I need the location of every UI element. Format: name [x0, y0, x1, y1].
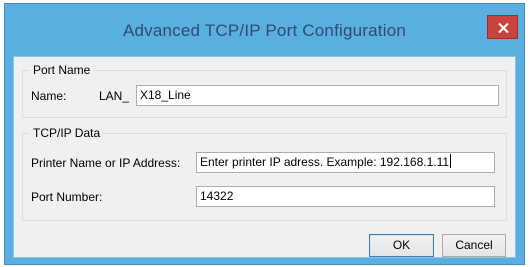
tcpip-data-legend: TCP/IP Data	[30, 126, 104, 141]
printer-address-input[interactable]: Enter printer IP adress. Example: 192.16…	[196, 152, 495, 173]
title-bar[interactable]: Advanced TCP/IP Port Configuration	[5, 4, 524, 56]
address-label: Printer Name or IP Address:	[31, 156, 181, 170]
close-icon	[498, 23, 509, 33]
port-number-input[interactable]: 14322	[196, 186, 495, 207]
port-name-input[interactable]: X18_Line	[136, 85, 499, 106]
port-name-legend: Port Name	[30, 63, 94, 78]
close-button[interactable]	[487, 15, 518, 39]
name-label: Name:	[31, 89, 67, 103]
port-number-label: Port Number:	[31, 190, 103, 204]
dialog-window: Advanced TCP/IP Port Configuration Port …	[4, 3, 525, 265]
ok-button[interactable]: OK	[369, 234, 434, 257]
port-name-group: Port Name Name: LAN_ X18_Line	[22, 63, 507, 118]
window-title: Advanced TCP/IP Port Configuration	[122, 21, 407, 40]
cancel-button[interactable]: Cancel	[442, 234, 506, 257]
name-prefix: LAN_	[99, 89, 130, 103]
dialog-body: Port Name Name: LAN_ X18_Line TCP/IP Dat…	[13, 56, 516, 258]
printer-address-value: Enter printer IP adress. Example: 192.16…	[200, 155, 450, 169]
text-caret	[450, 154, 452, 168]
tcpip-data-group: TCP/IP Data Printer Name or IP Address: …	[22, 126, 507, 221]
